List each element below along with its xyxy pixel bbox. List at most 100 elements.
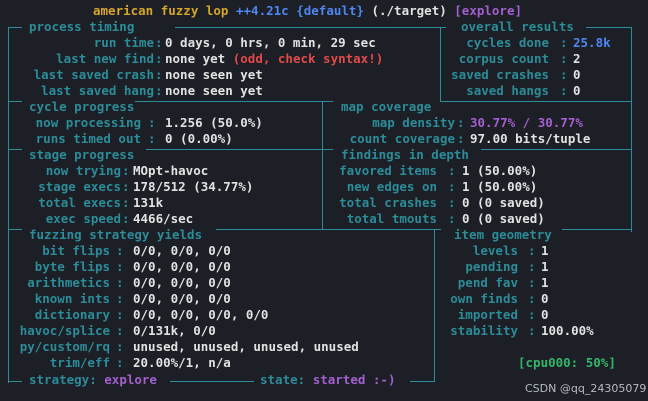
frame-line — [216, 229, 441, 230]
stat-label: last saved crash — [33, 67, 154, 82]
stat-value: 1 — [541, 275, 549, 290]
separator: : — [148, 115, 156, 130]
strategy-label: strategy: — [29, 372, 97, 387]
window-title: american fuzzy lop ++4.21c {default} (./… — [93, 3, 522, 19]
stat-label: imported — [457, 307, 518, 322]
warning-note: (odd, check syntax!) — [232, 51, 384, 66]
section-fuzzing-strategy-yields: fuzzing strategy yields — [29, 227, 203, 242]
state-label: state: — [260, 372, 306, 387]
separator: : — [122, 211, 130, 226]
stat-value: 0 — [541, 307, 549, 322]
stat-value: 0/0, 0/0, 0/0 — [133, 275, 231, 290]
stat-label: stage execs — [38, 179, 121, 194]
frame-line — [8, 27, 22, 28]
stat-label: trim/eff — [49, 355, 110, 370]
frame-line — [170, 381, 254, 382]
separator: : — [155, 51, 163, 66]
watermark: CSDN @qq_24305079 — [525, 382, 647, 395]
stat-value: none seen yet — [165, 83, 263, 98]
stat-value: 0/0, 0/0, 0/0, 0/0 — [133, 307, 269, 322]
app-version: ++4.21c — [236, 3, 289, 18]
separator: : — [116, 259, 124, 274]
separator: : — [116, 307, 124, 322]
stat-value: 0 — [541, 291, 549, 306]
stat-label: favored items — [339, 163, 437, 178]
stat-value: 0 (0.00%) — [165, 131, 233, 146]
stat-label: arithmetics — [27, 275, 110, 290]
frame-line — [8, 381, 22, 382]
stat-label: count coverage — [349, 131, 455, 146]
separator: : — [528, 307, 536, 322]
stat-value: 97.00 bits/tuple — [470, 131, 591, 146]
separator: : — [155, 67, 163, 82]
target-path: (./target) — [371, 3, 447, 18]
stat-value: 0 days, 0 hrs, 0 min, 29 sec — [165, 35, 376, 50]
stat-label: map density — [372, 115, 455, 130]
separator: : — [116, 243, 124, 258]
footer-strategy: strategy: explore — [29, 372, 157, 388]
stat-value: 100.00% — [541, 323, 594, 338]
stat-label: own finds — [450, 291, 518, 306]
separator: : — [448, 163, 456, 178]
separator: : — [528, 291, 536, 306]
stat-value: 1 — [541, 243, 549, 258]
stat-value-row: none yet (odd, check syntax!) — [165, 51, 383, 67]
stat-label: havoc/splice — [19, 323, 110, 338]
stat-value: 0/0, 0/0, 0/0 — [133, 291, 231, 306]
app-name: american fuzzy lop — [93, 3, 229, 18]
stat-label: cycles done — [466, 35, 549, 50]
separator: : — [155, 35, 163, 50]
separator: : — [448, 211, 456, 226]
section-process-timing: process timing — [29, 19, 135, 34]
stat-label: saved crashes — [451, 67, 549, 82]
stat-value: 1 (50.00%) — [462, 163, 538, 178]
stat-value: 1.256 (50.0%) — [165, 115, 263, 130]
stat-label: known ints — [34, 291, 110, 306]
stat-label: saved hangs — [466, 83, 549, 98]
separator: : — [560, 35, 568, 50]
stat-label: run time — [93, 35, 154, 50]
mode-badge: [explore] — [454, 3, 523, 18]
stat-value: 0 (0 saved) — [462, 211, 545, 226]
stat-label: last new find — [56, 51, 154, 66]
stat-value: unused, unused, unused, unused — [133, 339, 359, 354]
stat-label: last saved hang — [41, 83, 154, 98]
stat-label: dictionary — [34, 307, 110, 322]
separator: : — [560, 51, 568, 66]
separator: : — [560, 67, 568, 82]
stat-value: MOpt-havoc — [133, 163, 209, 178]
stat-value: none seen yet — [165, 67, 263, 82]
separator: : — [122, 195, 130, 210]
stat-label: stability — [450, 323, 518, 338]
frame-line — [434, 229, 435, 381]
frame-line — [8, 149, 22, 150]
separator: : — [116, 275, 124, 290]
frame-line — [135, 101, 333, 102]
footer-state: state: started :-) — [260, 372, 395, 388]
stat-value: 131k — [133, 195, 164, 210]
stat-value: 0/131k, 0/0 — [133, 323, 216, 338]
stat-label: now trying — [45, 163, 121, 178]
stat-label: total execs — [38, 195, 121, 210]
stat-value: 178/512 (34.77%) — [133, 179, 254, 194]
stat-label: bit flips — [42, 243, 110, 258]
stat-value: none yet — [165, 51, 226, 66]
section-item-geometry: item geometry — [454, 227, 552, 242]
stat-label: runs timed out — [35, 131, 141, 146]
separator: : — [116, 291, 124, 306]
stat-label: pending — [465, 259, 518, 274]
frame-line — [440, 101, 631, 102]
separator: : — [148, 131, 156, 146]
stat-value: 30.77% / 30.77% — [470, 115, 583, 130]
stat-value: 0 — [573, 67, 581, 82]
state-value: started :-) — [312, 372, 396, 387]
separator: : — [448, 195, 456, 210]
stat-label: now processing — [35, 115, 141, 130]
stat-value: 1 — [541, 259, 549, 274]
stat-value: 1 (50.00%) — [462, 179, 538, 194]
section-stage-progress: stage progress — [29, 147, 135, 162]
frame-line — [481, 149, 631, 150]
stat-value: 4466/sec — [133, 211, 194, 226]
separator: : — [560, 83, 568, 98]
separator: : — [528, 259, 536, 274]
